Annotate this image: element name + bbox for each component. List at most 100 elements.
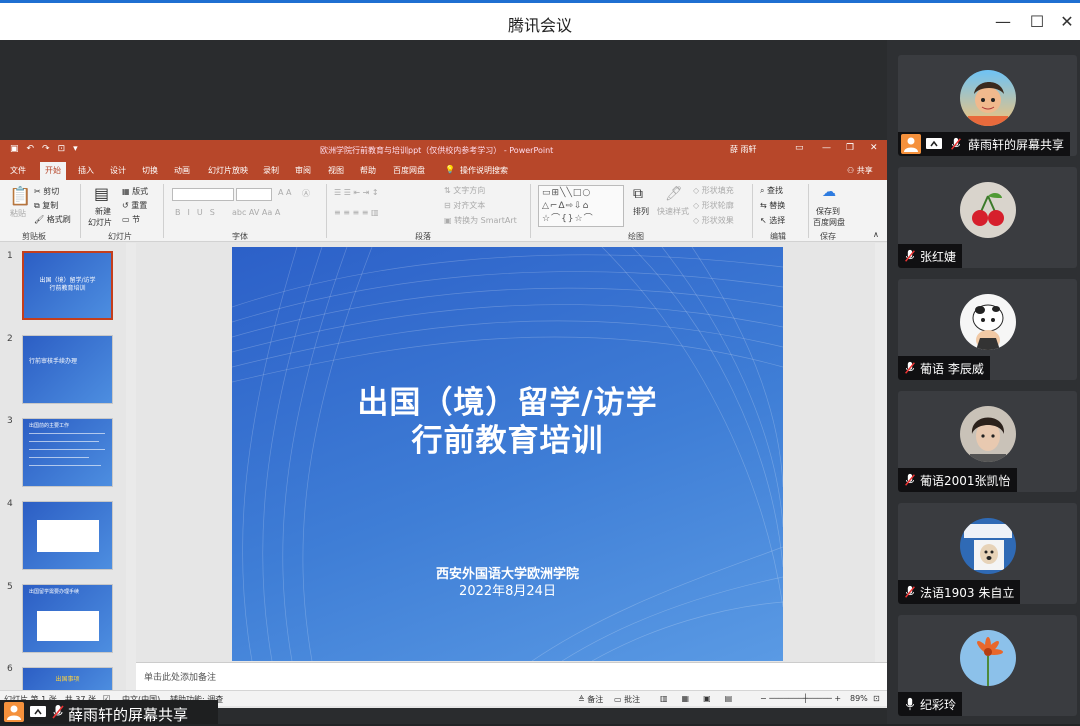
ppt-minimize-icon[interactable]: — [822,143,831,153]
share-link[interactable]: ⚇ 共享 [847,165,873,176]
section-label: 节 [132,215,141,224]
participant-tile[interactable]: 张红婕 [898,167,1077,268]
thumb-text: 行前审核手续办理 [29,358,78,365]
tab-design[interactable]: 设计 [110,165,126,176]
collapse-ribbon-icon[interactable]: ∧ [873,230,879,239]
ppt-close-icon[interactable]: ✕ [870,143,878,153]
section-button[interactable]: ▭ 节 [122,214,140,225]
new-slide-button[interactable]: 新建 [95,206,111,217]
find-label: 查找 [767,186,784,195]
ppt-maximize-icon[interactable]: ❐ [846,143,854,153]
shapes-gallery[interactable]: ▭⊞╲╲□○ △⌐∆⇨⇩⌂ ☆⌒{}☆⌒ [538,185,624,227]
list-icons[interactable]: ☰ ☰ ⇤ ⇥ ↕ [334,188,379,197]
notes-toggle[interactable]: ≜ 备注 [578,694,603,705]
paste-icon[interactable]: 📋 [9,186,31,207]
align-icons[interactable]: ≡ ≡ ≡ ≡ ▥ [334,208,379,217]
tell-me-search[interactable]: 操作说明搜索 [460,165,508,176]
text-direction-button[interactable]: ⇅ 文字方向 [444,185,485,196]
thumbnail-scrollbar[interactable] [126,243,136,691]
participant-tile[interactable]: 纪彩玲 [898,615,1077,716]
format-painter-label: 格式刷 [46,215,71,224]
thumb-number: 4 [7,499,13,509]
tab-record[interactable]: 录制 [263,165,279,176]
align-text-button[interactable]: ⊟ 对齐文本 [444,200,485,211]
participant-name: 葡语2001张凯怡 [920,474,1011,488]
comments-toggle[interactable]: ▭ 批注 [614,694,640,705]
save-baidu-label[interactable]: 百度网盘 [813,217,845,228]
cherry-avatar [960,182,1016,238]
select-button[interactable]: ↖ 选择 [760,215,785,226]
baidu-cloud-icon[interactable]: ☁ [822,184,836,200]
tab-home[interactable]: 开始 [40,162,66,180]
shape-effects-button[interactable]: ◇ 形状效果 [693,215,734,226]
mic-muted-icon [905,585,915,598]
maximize-icon[interactable]: ☐ [1024,10,1050,34]
shape-outline-label: 形状轮廓 [701,201,734,210]
tab-help[interactable]: 帮助 [360,165,376,176]
screen-share-icon [924,134,944,154]
fit-slide-icon[interactable]: ⊡ [873,694,880,703]
tab-file[interactable]: 文件 [10,165,26,176]
zoom-level[interactable]: 89% [850,694,868,703]
font-grow-icon[interactable]: A A [278,188,292,197]
tab-animations[interactable]: 动画 [174,165,190,176]
quick-styles-button[interactable]: 快速样式 [657,206,689,217]
window-titlebar: 腾讯会议 — ☐ ✕ [0,0,1080,40]
participant-tile[interactable]: 葡语2001张凯怡 [898,391,1077,492]
quick-access-icons[interactable]: ▣↶↷⊡▾ [10,144,86,154]
ribbon-display-icon[interactable]: ▭ [795,143,804,153]
slide-thumbnail-4[interactable] [22,501,113,570]
ppt-file-title: 欧洲学院行前教育与培训ppt（仅供校内参考学习） - PowerPoint [320,146,554,155]
font-size-box[interactable] [236,188,272,201]
char-spacing-icons[interactable]: abc AV Aa A [232,208,280,217]
format-painter-button[interactable]: 🖌 格式刷 [34,214,71,225]
shape-outline-button[interactable]: ◇ 形状轮廓 [693,200,734,211]
participant-tile[interactable]: 法语1903 朱自立 [898,503,1077,604]
view-mode-icons[interactable]: ▥▦▣▤ [660,694,746,703]
quick-styles-icon[interactable]: 🖊 [665,186,683,202]
slide-thumbnail-5[interactable]: 出国留学需要办理手续 [22,584,113,653]
arrange-button[interactable]: 排列 [633,206,649,217]
save-to-button[interactable]: 保存到 [816,206,840,217]
tab-view[interactable]: 视图 [328,165,344,176]
participant-tile[interactable]: 葡语 李辰威 [898,279,1077,380]
arrange-icon[interactable]: ⧉ [633,186,643,202]
new-slide-label-2[interactable]: 幻灯片 [88,217,112,228]
ribbon-separator [752,184,753,238]
new-slide-icon[interactable]: ▤ [94,184,109,203]
font-name-box[interactable] [172,188,234,201]
participant-name-bar: 薛雨轩的屏幕共享 [898,132,1071,156]
cut-button[interactable]: ✂ 剪切 [34,186,59,197]
current-slide[interactable]: 出国（境）留学/访学 行前教育培训 西安外国语大学欧洲学院 2022年8月24日 [232,247,783,661]
font-style-icons[interactable]: BIUS [175,208,222,217]
shape-fill-button[interactable]: ◇ 形状填充 [693,185,734,196]
layout-button[interactable]: ▦ 版式 [122,186,148,197]
tab-slideshow[interactable]: 幻灯片放映 [208,165,248,176]
slide-scrollbar[interactable] [875,243,887,663]
copy-button[interactable]: ⧉ 复制 [34,200,58,211]
slide-thumbnail-3[interactable]: 出国前的主要工作 [22,418,113,487]
tab-insert[interactable]: 插入 [78,165,94,176]
tab-baidu[interactable]: 百度网盘 [393,165,425,176]
thumb-line [29,449,105,450]
screen-share-label: 薛雨轩的屏幕共享 [0,700,218,724]
find-button[interactable]: ⌕ 查找 [760,185,783,196]
flower-avatar [960,630,1016,686]
close-icon[interactable]: ✕ [1054,10,1080,34]
clear-format-icon[interactable]: Ⓐ [302,188,310,199]
slide-thumbnail-2[interactable]: 行前审核手续办理 [22,335,113,404]
paste-button[interactable]: 粘贴 [10,208,26,219]
participant-tile[interactable]: 薛雨轩的屏幕共享 [898,55,1077,156]
slide-thumbnail-1[interactable]: 出国（境）留学/访学 行前教育培训 [22,251,113,320]
smartart-button[interactable]: ▣ 转换为 SmartArt [444,215,517,226]
zoom-slider[interactable]: − ───────┼───── + [760,694,841,703]
align-text-label: 对齐文本 [453,201,486,210]
thumb-text: 出国留学需要办理手续 [29,589,80,595]
reset-button[interactable]: ↺ 重置 [122,200,147,211]
notes-pane[interactable]: 单击此处添加备注 [136,662,887,690]
minimize-icon[interactable]: — [990,10,1016,34]
tab-review[interactable]: 审阅 [295,165,311,176]
replace-button[interactable]: ⇆ 替换 [760,200,785,211]
tab-transitions[interactable]: 切换 [142,165,158,176]
screen-share-icon [28,702,48,722]
